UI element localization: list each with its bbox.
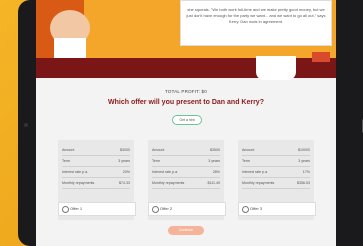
offer-3-option[interactable]: Offer 3 [238,202,316,216]
option-label: Offer 2 [160,206,173,211]
offer-row: Interest rate p.a. 17% [242,167,310,178]
teacup-illustration [256,56,296,80]
row-value: $3500 [210,148,220,152]
row-value: 3 years [118,159,130,163]
page-title: Which offer will you present to Dan and … [108,99,264,106]
row-label: Monthly repayments [242,181,275,185]
row-label: Amount [152,148,165,152]
row-value: 28% [212,170,220,174]
row-value: 17% [302,170,310,174]
app-screen: she squeals. "We both work full-time and… [36,0,336,246]
hint-button[interactable]: Get a hint [172,115,202,125]
radio-button[interactable] [152,206,159,213]
option-label: Offer 3 [250,206,263,211]
total-profit: TOTAL PROFIT: $0 [165,89,207,94]
row-value: 3 years [208,159,220,163]
row-label: Term [242,159,250,163]
row-label: Interest rate p.a. [62,170,89,174]
row-label: Term [152,159,160,163]
row-value: $111.49 [207,181,220,185]
row-value: $10000 [298,148,310,152]
offer-row: Term 3 years [152,156,220,167]
camera [24,123,28,127]
offer-row: Term 3 years [242,156,310,167]
row-value: $74.33 [119,181,130,185]
radio-button[interactable] [62,206,69,213]
offer-row: Interest rate p.a. 28% [152,167,220,178]
row-value: $3000 [120,148,130,152]
offer-1-option[interactable]: Offer 1 [58,202,136,216]
row-label: Term [62,159,70,163]
row-label: Amount [242,148,255,152]
offer-row: Monthly repayments $74.33 [62,178,130,189]
offer-card-1: Amount $3000 Term 3 years Interest rate p.… [58,140,136,220]
offer-row: Interest rate p.a. 20% [62,167,130,178]
offer-row: Amount $3500 [152,145,220,156]
option-label: Offer 1 [70,206,83,211]
row-value: 3 years [298,159,310,163]
offer-row: Amount $10000 [242,145,310,156]
row-label: Monthly repayments [62,181,95,185]
speech-bubble: she squeals. "We both work full-time and… [180,0,332,46]
offer-row: Monthly repayments $356.53 [242,178,310,189]
offer-card-2: Amount $3500 Term 3 years Interest rate p.… [148,140,226,220]
offer-card-3: Amount $10000 Term 3 years Interest rate p… [238,140,316,220]
offer-row: Term 3 years [62,156,130,167]
speech-text: she squeals. "We both work full-time and… [186,7,326,24]
continue-button[interactable]: Continue [168,226,204,235]
radio-button[interactable] [242,206,249,213]
row-label: Interest rate p.a. [242,170,269,174]
row-value: 20% [122,170,130,174]
row-label: Monthly repayments [152,181,185,185]
price-tag-illustration [312,52,330,62]
offer-2-option[interactable]: Offer 2 [148,202,226,216]
offer-row: Amount $3000 [62,145,130,156]
row-label: Interest rate p.a. [152,170,179,174]
row-value: $356.53 [297,181,310,185]
row-label: Amount [62,148,75,152]
offer-row: Monthly repayments $111.49 [152,178,220,189]
